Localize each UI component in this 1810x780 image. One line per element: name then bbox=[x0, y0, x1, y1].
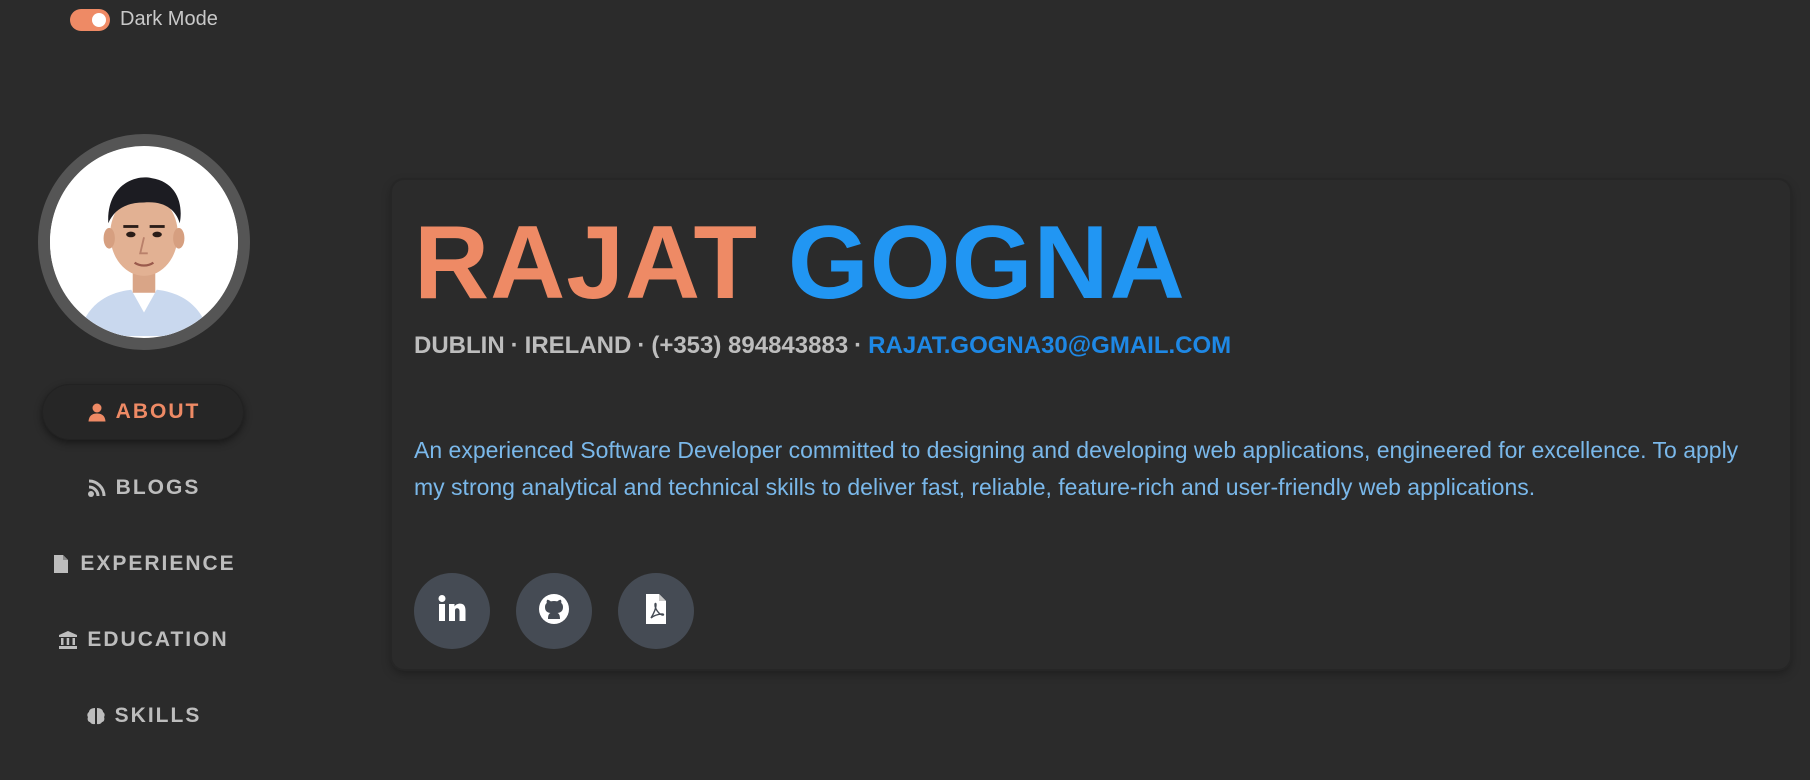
last-name: GOGNA bbox=[787, 205, 1186, 321]
separator: · bbox=[854, 332, 863, 359]
file-icon bbox=[50, 553, 72, 575]
sidebar-item-label: ABOUT bbox=[115, 400, 201, 423]
sidebar-item-skills[interactable]: SKILLS bbox=[42, 688, 244, 744]
city: DUBLIN bbox=[414, 332, 505, 359]
linkedin-icon bbox=[435, 592, 469, 631]
user-icon bbox=[86, 401, 108, 423]
avatar-ring bbox=[38, 134, 250, 350]
country: IRELAND bbox=[524, 332, 632, 359]
brain-icon bbox=[85, 705, 107, 727]
contact-line: DUBLIN · IRELAND · (+353) 894843883 · RAJAT.GO… bbox=[414, 332, 1768, 360]
first-name: RAJAT bbox=[414, 205, 758, 321]
sidebar-item-label: EDUCATION bbox=[87, 628, 229, 651]
sidebar-item-label: SKILLS bbox=[114, 704, 202, 727]
linkedin-button[interactable] bbox=[414, 573, 490, 649]
sidebar-item-blogs[interactable]: BLOGS bbox=[42, 460, 244, 516]
github-button[interactable] bbox=[516, 573, 592, 649]
profile-photo bbox=[50, 148, 238, 336]
resume-pdf-button[interactable] bbox=[618, 573, 694, 649]
pdf-icon bbox=[639, 592, 673, 631]
email-link[interactable]: RAJAT.GOGNA30@GMAIL.COM bbox=[868, 332, 1231, 359]
sidebar-item-label: EXPERIENCE bbox=[80, 552, 236, 575]
avatar bbox=[50, 146, 238, 338]
sidebar-item-education[interactable]: EDUCATION bbox=[42, 612, 244, 668]
sidebar: ABOUT BLOGS EXPERIENCE EDUCATION SKILLS bbox=[0, 0, 290, 780]
sidebar-item-about[interactable]: ABOUT bbox=[42, 384, 244, 440]
phone-number: (+353) 894843883 bbox=[651, 332, 849, 359]
profile-summary: An experienced Software Developer commit… bbox=[414, 437, 1739, 500]
about-card: RAJAT GOGNA DUBLIN · IRELAND · (+353) 894843… bbox=[392, 180, 1790, 669]
page-title: RAJAT GOGNA bbox=[414, 200, 1768, 322]
sidebar-nav: ABOUT BLOGS EXPERIENCE EDUCATION SKILLS bbox=[42, 384, 244, 764]
separator: · bbox=[637, 332, 646, 359]
social-links bbox=[414, 573, 694, 649]
sidebar-item-label: BLOGS bbox=[115, 476, 201, 499]
separator: · bbox=[510, 332, 519, 359]
sidebar-item-experience[interactable]: EXPERIENCE bbox=[42, 536, 244, 592]
github-icon bbox=[537, 592, 571, 631]
university-icon bbox=[57, 629, 79, 651]
rss-icon bbox=[86, 477, 108, 499]
